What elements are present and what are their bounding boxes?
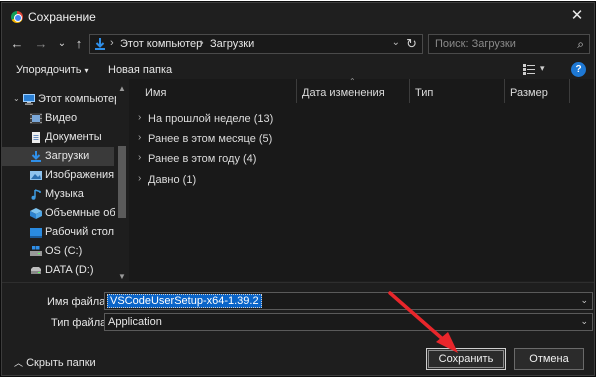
- hide-folders-label: Скрыть папки: [26, 357, 96, 369]
- breadcrumb-separator-icon: ›: [110, 37, 114, 49]
- music-icon: [31, 189, 41, 200]
- column-header-size[interactable]: Размер: [504, 79, 570, 103]
- sidebar-item-label: Объемные объ: [45, 207, 115, 219]
- organize-button[interactable]: Упорядочить ▾: [16, 64, 89, 76]
- save-dialog: Сохранение ✕ ← → ⌄ ↑ › Этот компьютер › …: [1, 2, 595, 376]
- sidebar-item-label: Этот компьютер: [38, 93, 121, 105]
- filetype-value: Application: [108, 316, 162, 328]
- sidebar-item-desktop[interactable]: Рабочий стол: [2, 223, 114, 242]
- group-header-earlier-this-year[interactable]: › Ранее в этом году (4): [129, 149, 429, 168]
- close-button[interactable]: ✕: [560, 3, 594, 30]
- sidebar-item-data-d[interactable]: DATA (D:): [2, 261, 114, 280]
- downloads-folder-icon: [95, 38, 105, 50]
- navigation-pane-scrollbar[interactable]: ▲ ▼: [116, 84, 128, 281]
- window-title: Сохранение: [28, 10, 96, 24]
- cancel-button[interactable]: Отмена: [514, 348, 584, 370]
- column-header-date-modified[interactable]: Дата изменения: [296, 79, 408, 103]
- sidebar-item-label: Рабочий стол: [45, 226, 115, 238]
- search-icon: ⌕: [577, 37, 584, 51]
- sidebar-item-label: Видео: [45, 112, 78, 124]
- group-header-long-ago[interactable]: › Давно (1): [129, 170, 429, 189]
- address-bar[interactable]: › Этот компьютер › Загрузки ⌄ ↻: [89, 34, 423, 54]
- chevron-down-icon[interactable]: ⌄: [580, 295, 588, 306]
- title-bar: Сохранение ✕: [2, 3, 594, 30]
- sidebar-item-label: Музыка: [45, 188, 84, 200]
- expand-chevron-icon[interactable]: ›: [138, 152, 141, 163]
- filetype-select[interactable]: Application ⌄: [104, 313, 593, 331]
- video-icon: [30, 113, 42, 124]
- sidebar-item-video[interactable]: Видео: [2, 109, 114, 128]
- sidebar-item-this-pc[interactable]: ⌄ Этот компьютер: [2, 90, 120, 109]
- address-dropdown-icon[interactable]: ⌄: [392, 37, 400, 48]
- help-button[interactable]: ?: [571, 62, 586, 77]
- 3d-objects-icon: [30, 208, 42, 219]
- sidebar-item-label: DATA (D:): [45, 264, 94, 276]
- sidebar-item-label: Документы: [45, 131, 102, 143]
- sidebar-item-3d-objects[interactable]: Объемные объ: [2, 204, 115, 223]
- back-button[interactable]: ←: [8, 35, 26, 53]
- file-list: Имя ⌃ Дата изменения Тип Размер › На про…: [129, 77, 594, 281]
- sidebar-item-label: Изображения: [45, 169, 115, 181]
- scrollbar-thumb[interactable]: [118, 146, 126, 218]
- expand-chevron-icon[interactable]: ›: [138, 173, 141, 184]
- group-label: На прошлой неделе (13): [148, 113, 274, 125]
- sidebar-item-documents[interactable]: Документы: [2, 128, 114, 147]
- windows-drive-icon: [30, 246, 42, 256]
- scroll-down-icon[interactable]: ▼: [118, 272, 126, 281]
- documents-icon: [32, 132, 40, 143]
- group-header-last-week[interactable]: › На прошлой неделе (13): [129, 109, 429, 128]
- search-placeholder: Поиск: Загрузки: [435, 38, 516, 50]
- chrome-icon: [11, 11, 23, 23]
- downloads-icon: [31, 151, 41, 162]
- scroll-up-icon[interactable]: ▲: [118, 84, 126, 93]
- sidebar-item-downloads[interactable]: Загрузки: [2, 147, 114, 166]
- group-label: Ранее в этом месяце (5): [148, 133, 273, 145]
- drive-icon: [31, 267, 41, 274]
- pictures-icon: [30, 171, 42, 180]
- up-button[interactable]: ↑: [70, 35, 88, 53]
- save-form: Имя файла: VSCodeUserSetup-x64-1.39.2 ⌄ …: [2, 282, 594, 375]
- desktop-icon: [30, 228, 42, 238]
- sidebar-item-label: Загрузки: [45, 150, 90, 162]
- group-header-earlier-this-month[interactable]: › Ранее в этом месяце (5): [129, 129, 429, 148]
- computer-icon: [23, 94, 35, 105]
- filename-input[interactable]: VSCodeUserSetup-x64-1.39.2 ⌄: [104, 292, 593, 310]
- column-divider[interactable]: [569, 79, 570, 103]
- recent-locations-button[interactable]: ⌄: [53, 35, 71, 53]
- breadcrumb-separator-icon: ›: [200, 37, 204, 49]
- refresh-button[interactable]: ↻: [406, 36, 417, 52]
- chevron-down-icon[interactable]: ⌄: [580, 316, 588, 327]
- hide-folders-toggle[interactable]: ︿ Скрыть папки: [14, 356, 96, 369]
- breadcrumb-downloads[interactable]: Загрузки: [210, 38, 254, 50]
- search-input[interactable]: Поиск: Загрузки ⌕: [428, 34, 590, 54]
- expand-chevron-icon[interactable]: ›: [138, 132, 141, 143]
- filename-label: Имя файла:: [47, 296, 109, 308]
- group-label: Давно (1): [148, 174, 197, 186]
- save-button[interactable]: Сохранить: [426, 348, 506, 370]
- sidebar-item-os-c[interactable]: OS (C:): [2, 242, 114, 261]
- group-label: Ранее в этом году (4): [148, 153, 257, 165]
- sidebar-item-pictures[interactable]: Изображения: [2, 166, 114, 185]
- new-folder-button[interactable]: Новая папка: [108, 64, 172, 76]
- sidebar-item-label: OS (C:): [45, 245, 83, 257]
- filename-value[interactable]: VSCodeUserSetup-x64-1.39.2: [107, 294, 262, 308]
- chevron-up-icon: ︿: [14, 358, 24, 368]
- forward-button[interactable]: →: [32, 35, 50, 53]
- navigation-pane: ⌄ Этот компьютер Видео Документы Загрузк…: [2, 84, 128, 281]
- expand-chevron-icon[interactable]: ›: [138, 112, 141, 123]
- filetype-label: Тип файла:: [51, 317, 110, 329]
- column-header-name[interactable]: Имя: [139, 79, 299, 103]
- view-options-icon[interactable]: [523, 64, 535, 75]
- breadcrumb-this-pc[interactable]: Этот компьютер: [120, 38, 202, 50]
- view-dropdown-icon[interactable]: ▾: [540, 63, 545, 74]
- navigation-bar: ← → ⌄ ↑ › Этот компьютер › Загрузки ⌄ ↻ …: [2, 30, 594, 58]
- column-header-type[interactable]: Тип: [409, 79, 505, 103]
- sidebar-item-music[interactable]: Музыка: [2, 185, 114, 204]
